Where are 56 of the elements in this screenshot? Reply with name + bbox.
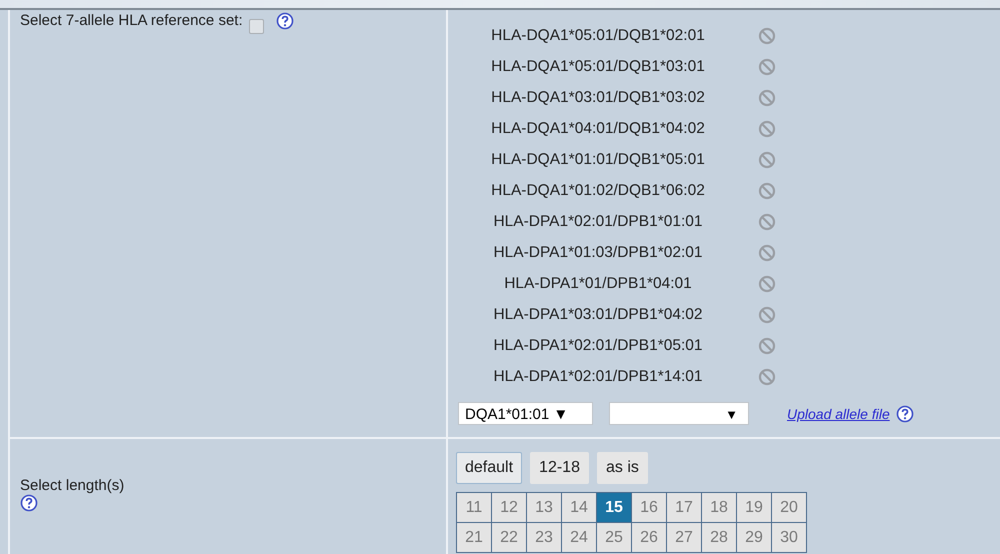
length-option[interactable]: 26	[632, 523, 667, 553]
remove-icon[interactable]	[758, 58, 776, 76]
length-option[interactable]: 22	[492, 523, 527, 553]
length-option[interactable]: 14	[562, 493, 597, 523]
length-option[interactable]: 23	[527, 523, 562, 553]
remove-icon[interactable]	[758, 120, 776, 138]
allele-dropdown[interactable]: ▼	[609, 402, 749, 425]
remove-icon[interactable]	[758, 182, 776, 200]
field-label: Select 7-allele HLA reference set:	[20, 12, 243, 29]
length-option[interactable]: 27	[667, 523, 702, 553]
preset-button[interactable]: as is	[596, 452, 648, 484]
remove-icon[interactable]	[758, 26, 776, 44]
allele-name: HLA-DQA1*01:01/DQB1*05:01	[490, 150, 706, 168]
help-icon[interactable]	[276, 12, 294, 30]
length-option[interactable]: 18	[702, 493, 737, 523]
length-option[interactable]: 15	[597, 493, 632, 523]
length-option[interactable]: 19	[737, 493, 772, 523]
length-option[interactable]: 12	[492, 493, 527, 523]
length-option[interactable]: 16	[632, 493, 667, 523]
remove-icon[interactable]	[758, 244, 776, 262]
field-label: Select length(s)	[20, 477, 124, 494]
allele-name: HLA-DQA1*03:01/DQB1*03:02	[490, 88, 706, 106]
preset-button[interactable]: default	[456, 452, 522, 484]
help-icon[interactable]	[896, 404, 914, 422]
length-option[interactable]: 28	[702, 523, 737, 553]
allele-name: HLA-DQA1*04:01/DQB1*04:02	[490, 120, 706, 138]
length-option[interactable]: 24	[562, 523, 597, 553]
length-option[interactable]: 29	[737, 523, 772, 553]
length-option[interactable]: 13	[527, 493, 562, 523]
remove-icon[interactable]	[758, 274, 776, 292]
allele-name: HLA-DPA1*03:01/DPB1*04:02	[492, 306, 704, 324]
checkbox[interactable]	[248, 19, 264, 34]
help-icon[interactable]	[20, 494, 38, 512]
allele-dropdown[interactable]: DQA1*01:01 ▼	[458, 402, 593, 425]
allele-name: HLA-DPA1*02:01/DPB1*14:01	[492, 368, 704, 386]
length-option[interactable]: 30	[772, 523, 807, 553]
allele-name: HLA-DPA1*01:03/DPB1*02:01	[492, 244, 704, 262]
length-option[interactable]: 25	[597, 523, 632, 553]
remove-icon[interactable]	[758, 212, 776, 230]
allele-name: HLA-DPA1*02:01/DPB1*05:01	[492, 336, 704, 354]
remove-icon[interactable]	[758, 150, 776, 168]
length-option[interactable]: 17	[667, 493, 702, 523]
remove-icon[interactable]	[758, 88, 776, 106]
allele-name: HLA-DPA1*01/DPB1*04:01	[503, 274, 693, 292]
length-option[interactable]: 11	[457, 493, 492, 523]
remove-icon[interactable]	[758, 336, 776, 354]
length-option[interactable]: 21	[457, 523, 492, 553]
allele-name: HLA-DPA1*02:01/DPB1*01:01	[492, 212, 704, 230]
allele-name: HLA-DQA1*01:02/DQB1*06:02	[490, 182, 706, 200]
preset-button[interactable]: 12-18	[530, 452, 589, 484]
length-option[interactable]: 20	[772, 493, 807, 523]
upload-link[interactable]: Upload allele file	[787, 406, 890, 422]
allele-name: HLA-DQA1*05:01/DQB1*03:01	[490, 58, 706, 76]
allele-name: HLA-DQA1*05:01/DQB1*02:01	[490, 26, 706, 44]
remove-icon[interactable]	[758, 368, 776, 386]
remove-icon[interactable]	[758, 306, 776, 324]
